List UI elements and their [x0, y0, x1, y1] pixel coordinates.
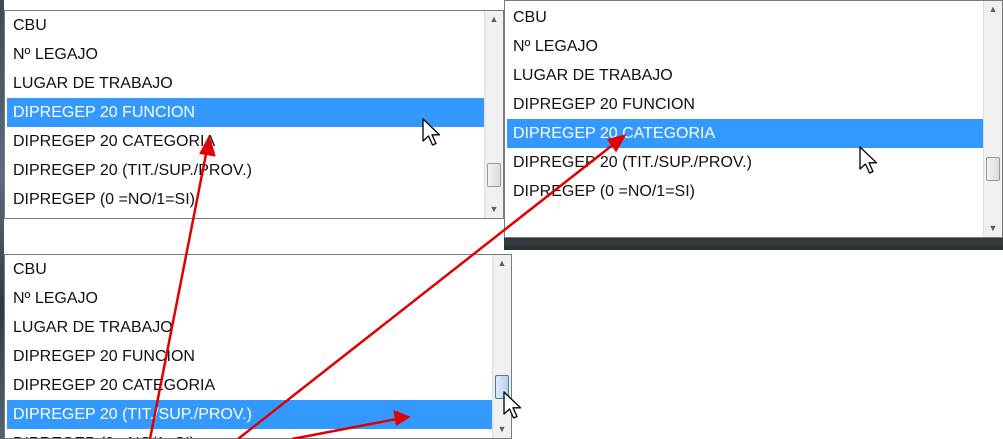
vertical-scrollbar[interactable]: ▲ ▼: [983, 1, 1002, 237]
list-item-categoria[interactable]: DIPREGEP 20 CATEGORIA: [7, 371, 492, 400]
list-item-funcion-selected[interactable]: DIPREGEP 20 FUNCION: [7, 98, 484, 127]
list-item-lugar-de-trabajo[interactable]: LUGAR DE TRABAJO: [7, 69, 484, 98]
list-item-no-si[interactable]: DIPREGEP (0 =NO/1=SI): [7, 429, 492, 438]
scroll-thumb[interactable]: [487, 163, 501, 187]
background-area: [504, 250, 1003, 439]
list-item-legajo[interactable]: Nº LEGAJO: [507, 32, 983, 61]
scroll-up-arrow-icon[interactable]: ▲: [485, 11, 503, 28]
dropdown-list-top-left[interactable]: CBU Nº LEGAJO LUGAR DE TRABAJO DIPREGEP …: [4, 10, 504, 219]
list-item-funcion[interactable]: DIPREGEP 20 FUNCION: [507, 90, 983, 119]
list-rows: CBU Nº LEGAJO LUGAR DE TRABAJO DIPREGEP …: [507, 3, 983, 237]
list-rows: CBU Nº LEGAJO LUGAR DE TRABAJO DIPREGEP …: [7, 255, 492, 438]
list-item-legajo[interactable]: Nº LEGAJO: [7, 284, 492, 313]
mouse-pointer-icon: [503, 391, 522, 419]
mouse-pointer-icon: [422, 118, 441, 146]
list-item-funcion[interactable]: DIPREGEP 20 FUNCION: [7, 342, 492, 371]
scroll-down-arrow-icon[interactable]: ▼: [493, 421, 511, 438]
list-item-categoria-selected[interactable]: DIPREGEP 20 CATEGORIA: [507, 119, 983, 148]
list-item-lugar-de-trabajo[interactable]: LUGAR DE TRABAJO: [507, 61, 983, 90]
vertical-scrollbar[interactable]: ▲ ▼: [484, 11, 503, 218]
list-item-cbu[interactable]: CBU: [7, 255, 492, 284]
dropdown-list-top-right[interactable]: CBU Nº LEGAJO LUGAR DE TRABAJO DIPREGEP …: [504, 0, 1003, 238]
list-item-tit-sup-prov[interactable]: DIPREGEP 20 (TIT./SUP./PROV.): [7, 156, 484, 185]
scroll-up-arrow-icon[interactable]: ▲: [493, 255, 511, 272]
list-item-cbu[interactable]: CBU: [7, 11, 484, 40]
list-item-categoria[interactable]: DIPREGEP 20 CATEGORIA: [7, 127, 484, 156]
list-item-legajo[interactable]: Nº LEGAJO: [7, 40, 484, 69]
scroll-thumb[interactable]: [986, 157, 1000, 181]
dropdown-list-bottom-left[interactable]: CBU Nº LEGAJO LUGAR DE TRABAJO DIPREGEP …: [4, 254, 512, 439]
list-item-no-si[interactable]: DIPREGEP (0 =NO/1=SI): [7, 185, 484, 214]
list-item-lugar-de-trabajo[interactable]: LUGAR DE TRABAJO: [7, 313, 492, 342]
scroll-down-arrow-icon[interactable]: ▼: [485, 201, 503, 218]
scroll-down-arrow-icon[interactable]: ▼: [984, 220, 1002, 237]
list-item-cbu[interactable]: CBU: [507, 3, 983, 32]
scroll-up-arrow-icon[interactable]: ▲: [984, 1, 1002, 18]
mouse-pointer-icon: [859, 146, 878, 174]
list-item-tit-sup-prov-selected[interactable]: DIPREGEP 20 (TIT./SUP./PROV.): [7, 400, 492, 429]
list-rows: CBU Nº LEGAJO LUGAR DE TRABAJO DIPREGEP …: [7, 11, 484, 218]
list-item-tit-sup-prov[interactable]: DIPREGEP 20 (TIT./SUP./PROV.): [507, 148, 983, 177]
list-item-no-si[interactable]: DIPREGEP (0 =NO/1=SI): [507, 177, 983, 206]
